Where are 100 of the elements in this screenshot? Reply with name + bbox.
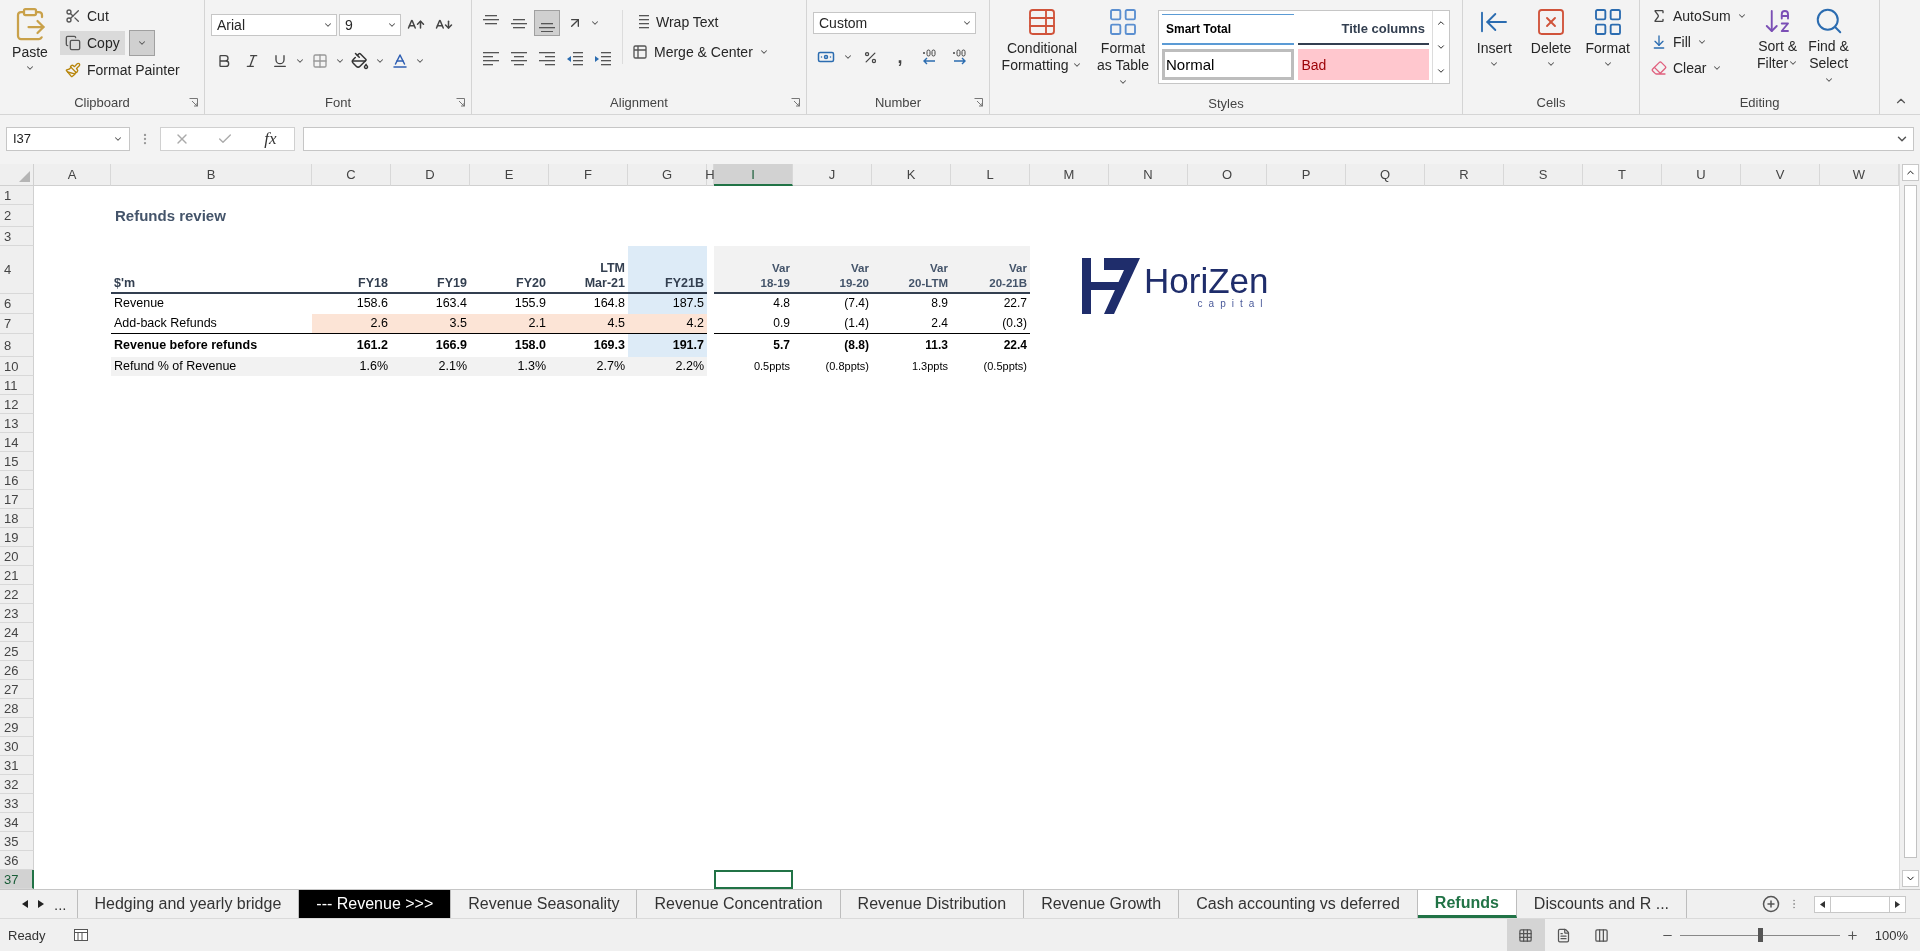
font-size-dropdown[interactable]: 9 xyxy=(339,14,401,36)
previous-sheet-button[interactable] xyxy=(22,900,28,908)
name-box[interactable]: I37 xyxy=(6,126,130,151)
row-header[interactable]: 13 xyxy=(0,414,34,433)
column-header[interactable]: D xyxy=(391,164,470,186)
column-header[interactable]: R xyxy=(1425,164,1504,186)
row-header[interactable]: 3 xyxy=(0,227,34,246)
row-header[interactable]: 20 xyxy=(0,547,34,566)
row-header[interactable]: 18 xyxy=(0,509,34,528)
row-header[interactable]: 29 xyxy=(0,718,34,737)
fill-button[interactable]: Fill xyxy=(1646,30,1752,54)
row-header[interactable]: 15 xyxy=(0,452,34,471)
row-header[interactable]: 2 xyxy=(0,205,34,227)
column-header[interactable]: I xyxy=(714,164,793,186)
row-header[interactable]: 7 xyxy=(0,314,34,334)
dialog-launcher-icon[interactable] xyxy=(189,97,198,107)
row-header[interactable]: 6 xyxy=(0,294,34,314)
cells-button[interactable]: Format xyxy=(1582,4,1633,71)
row-header[interactable]: 10 xyxy=(0,357,34,376)
comma-style-button[interactable]: , xyxy=(887,44,913,70)
column-header[interactable]: L xyxy=(951,164,1030,186)
column-header[interactable]: N xyxy=(1109,164,1188,186)
row-header[interactable]: 27 xyxy=(0,680,34,699)
row-header[interactable]: 1 xyxy=(0,186,34,205)
row-header[interactable]: 21 xyxy=(0,566,34,585)
cut-button[interactable]: Cut xyxy=(60,4,185,28)
column-header[interactable]: A xyxy=(34,164,111,186)
decrease-indent-icon[interactable] xyxy=(566,51,584,67)
column-header[interactable]: J xyxy=(793,164,872,186)
zoom-in-icon[interactable] xyxy=(1845,928,1859,942)
zoom-level[interactable]: 100% xyxy=(1874,927,1908,943)
sort-filter-button[interactable]: Sort & Filter xyxy=(1753,4,1802,74)
row-header[interactable]: 11 xyxy=(0,376,34,395)
row-header[interactable]: 14 xyxy=(0,433,34,452)
row-header[interactable]: 4 xyxy=(0,246,34,294)
paste-button[interactable]: Paste xyxy=(6,4,54,75)
row-header[interactable]: 37 xyxy=(0,870,34,889)
row-header[interactable]: 16 xyxy=(0,471,34,490)
next-sheet-button[interactable] xyxy=(38,900,44,908)
more-sheets-button[interactable]: ... xyxy=(54,895,67,913)
zoom-thumb[interactable] xyxy=(1757,928,1763,942)
column-header[interactable]: K xyxy=(872,164,951,186)
scroll-left-button[interactable] xyxy=(1814,895,1831,913)
column-header[interactable]: G xyxy=(628,164,707,186)
align-left-icon[interactable] xyxy=(482,51,500,67)
scroll-up-icon[interactable] xyxy=(1436,18,1446,28)
align-right-icon[interactable] xyxy=(538,51,556,67)
cells-button[interactable]: Delete xyxy=(1525,4,1577,71)
format-as-table-button[interactable]: Format as Table xyxy=(1090,4,1156,93)
row-header[interactable]: 22 xyxy=(0,585,34,604)
column-header[interactable]: W xyxy=(1820,164,1899,186)
format-painter-button[interactable]: Format Painter xyxy=(60,58,185,82)
row-header[interactable]: 30 xyxy=(0,737,34,756)
row-header[interactable]: 34 xyxy=(0,813,34,832)
row-header[interactable]: 17 xyxy=(0,490,34,509)
column-header[interactable]: C xyxy=(312,164,391,186)
active-cell[interactable] xyxy=(714,870,793,889)
copy-button[interactable]: Copy xyxy=(60,31,125,55)
macro-record-icon[interactable] xyxy=(73,929,88,941)
row-header[interactable]: 31 xyxy=(0,756,34,775)
add-sheet-icon[interactable] xyxy=(1762,895,1780,913)
row-header[interactable]: 33 xyxy=(0,794,34,813)
column-header[interactable]: F xyxy=(549,164,628,186)
column-header[interactable]: B xyxy=(111,164,312,186)
clear-button[interactable]: Clear xyxy=(1646,56,1752,80)
dialog-launcher-icon[interactable] xyxy=(974,97,983,107)
column-header[interactable]: Q xyxy=(1346,164,1425,186)
dialog-launcher-icon[interactable] xyxy=(791,97,800,107)
autosum-button[interactable]: AutoSum xyxy=(1646,4,1752,28)
column-header[interactable]: M xyxy=(1030,164,1109,186)
row-header[interactable]: 8 xyxy=(0,334,34,357)
column-header[interactable]: U xyxy=(1662,164,1741,186)
font-name-dropdown[interactable]: Arial xyxy=(211,14,337,36)
row-header[interactable]: 24 xyxy=(0,623,34,642)
increase-indent-icon[interactable] xyxy=(594,51,612,67)
find-select-button[interactable]: Find & Select xyxy=(1803,4,1854,91)
dialog-launcher-icon[interactable] xyxy=(456,97,465,107)
column-header[interactable]: P xyxy=(1267,164,1346,186)
scroll-right-button[interactable] xyxy=(1889,895,1906,913)
row-header[interactable]: 25 xyxy=(0,642,34,661)
row-header[interactable]: 35 xyxy=(0,832,34,851)
align-center-icon[interactable] xyxy=(510,51,528,67)
formula-input[interactable] xyxy=(303,126,1914,151)
view-button[interactable] xyxy=(1506,919,1545,951)
more-styles-icon[interactable] xyxy=(1436,66,1446,76)
column-header[interactable]: E xyxy=(470,164,549,186)
sheet-tab[interactable]: Refunds xyxy=(1417,890,1517,918)
column-header[interactable]: O xyxy=(1188,164,1267,186)
merge-center-button[interactable]: Merge & Center xyxy=(627,40,774,64)
cells-button[interactable]: Insert xyxy=(1469,4,1520,71)
row-header[interactable]: 23 xyxy=(0,604,34,623)
row-header[interactable]: 12 xyxy=(0,395,34,414)
scroll-down-icon[interactable] xyxy=(1436,42,1446,52)
insert-function-button[interactable]: fx xyxy=(260,128,281,149)
column-header[interactable]: V xyxy=(1741,164,1820,186)
conditional-formatting-button[interactable]: Conditional Formatting xyxy=(996,4,1088,76)
row-header[interactable]: 28 xyxy=(0,699,34,718)
number-format-dropdown[interactable]: Custom xyxy=(813,12,976,34)
wrap-text-button[interactable]: Wrap Text xyxy=(627,10,774,34)
scroll-thumb[interactable] xyxy=(1903,185,1917,858)
